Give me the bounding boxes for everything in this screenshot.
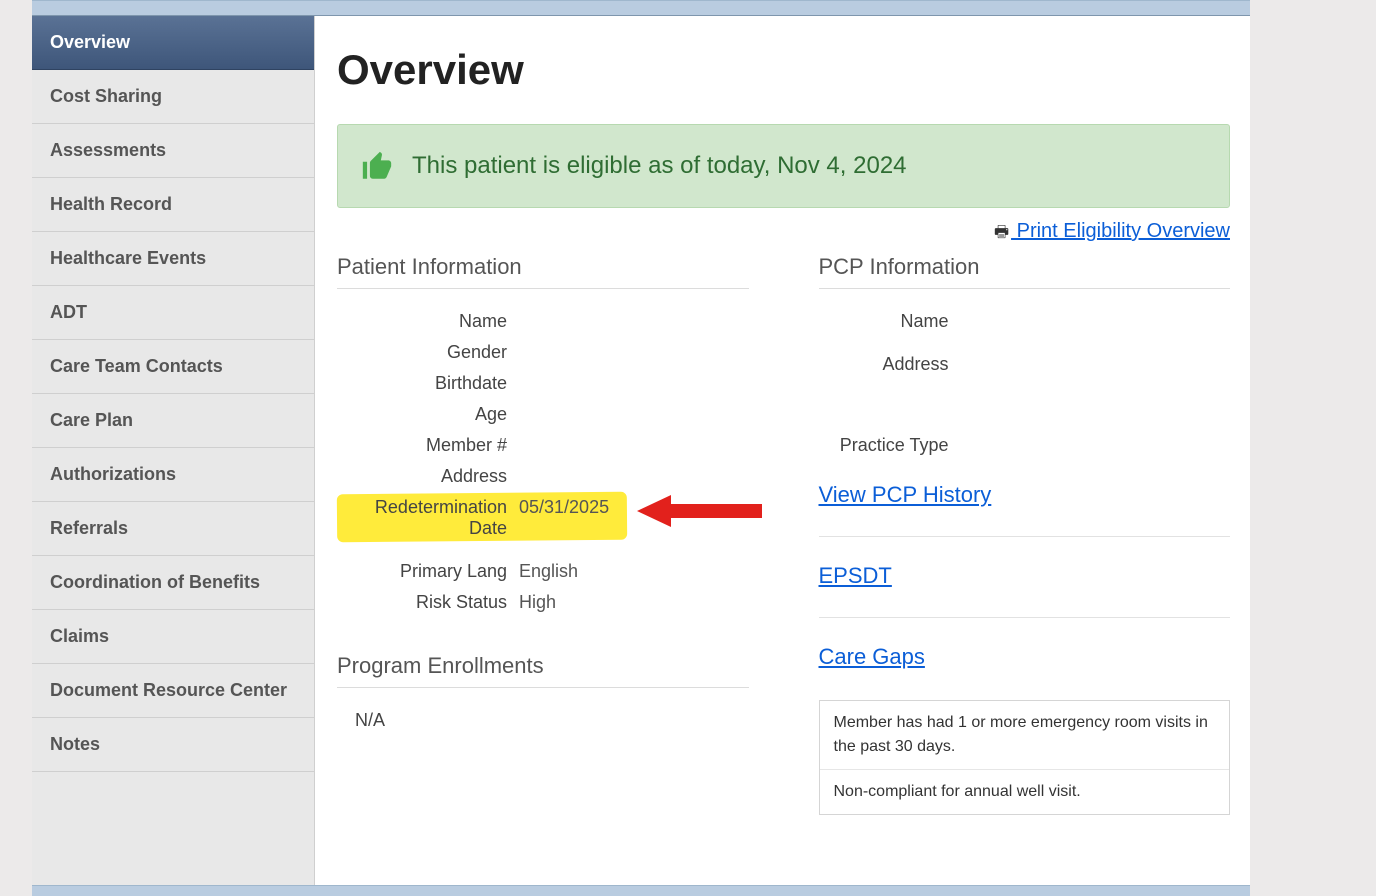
sidebar-item-referrals[interactable]: Referrals xyxy=(32,502,314,556)
redetermination-row: Redetermination Date 05/31/2025 xyxy=(337,497,749,539)
sidebar-item-label: Health Record xyxy=(50,194,172,214)
epsdt-link[interactable]: EPSDT xyxy=(819,563,1231,589)
label-member-no: Member # xyxy=(337,435,519,456)
label-pcp-name: Name xyxy=(819,311,961,332)
sidebar-item-overview[interactable]: Overview xyxy=(32,16,314,70)
label-redetermination-date: Redetermination Date xyxy=(337,497,519,539)
main-content: Overview This patient is eligible as of … xyxy=(315,16,1250,886)
sidebar-item-document-center[interactable]: Document Resource Center xyxy=(32,664,314,718)
sidebar-item-label: Assessments xyxy=(50,140,166,160)
sidebar-item-authorizations[interactable]: Authorizations xyxy=(32,448,314,502)
sidebar-item-healthcare-events[interactable]: Healthcare Events xyxy=(32,232,314,286)
label-age: Age xyxy=(337,404,519,425)
label-name: Name xyxy=(337,311,519,332)
window-bottom-bar xyxy=(32,885,1250,896)
sidebar-item-label: Healthcare Events xyxy=(50,248,206,268)
value-primary-lang: English xyxy=(519,561,578,582)
sidebar-item-label: Authorizations xyxy=(50,464,176,484)
pcp-info-column: PCP Information Name Address Practice Ty… xyxy=(789,254,1231,815)
sidebar-item-label: Overview xyxy=(50,32,130,52)
print-eligibility-link[interactable]: Print Eligibility Overview xyxy=(1011,220,1230,242)
program-enrollments-value: N/A xyxy=(337,710,749,731)
label-address: Address xyxy=(337,466,519,487)
care-gap-message: Non-compliant for annual well visit. xyxy=(820,770,1230,814)
label-risk-status: Risk Status xyxy=(337,592,519,613)
sidebar-item-label: Notes xyxy=(50,734,100,754)
sidebar-item-claims[interactable]: Claims xyxy=(32,610,314,664)
care-gaps-link[interactable]: Care Gaps xyxy=(819,644,1231,670)
sidebar-item-label: ADT xyxy=(50,302,87,322)
eligibility-banner: This patient is eligible as of today, No… xyxy=(337,124,1230,208)
sidebar-item-assessments[interactable]: Assessments xyxy=(32,124,314,178)
sidebar-item-label: Document Resource Center xyxy=(50,680,287,700)
patient-info-column: Patient Information Name Gender Birthdat… xyxy=(337,254,749,815)
pcp-info-heading: PCP Information xyxy=(819,254,1231,280)
view-pcp-history-link[interactable]: View PCP History xyxy=(819,482,1231,508)
sidebar-item-cob[interactable]: Coordination of Benefits xyxy=(32,556,314,610)
divider xyxy=(819,288,1231,289)
divider xyxy=(337,288,749,289)
annotation-arrow-icon xyxy=(637,495,762,527)
divider xyxy=(819,617,1231,618)
label-practice-type: Practice Type xyxy=(819,435,961,456)
sidebar-item-care-team[interactable]: Care Team Contacts xyxy=(32,340,314,394)
thumbs-up-icon xyxy=(360,149,394,183)
label-birthdate: Birthdate xyxy=(337,373,519,394)
label-gender: Gender xyxy=(337,342,519,363)
divider xyxy=(337,687,749,688)
value-redetermination-date: 05/31/2025 xyxy=(519,497,609,518)
sidebar-item-health-record[interactable]: Health Record xyxy=(32,178,314,232)
program-enrollments-heading: Program Enrollments xyxy=(337,653,749,679)
sidebar-item-label: Care Plan xyxy=(50,410,133,430)
print-icon: 🖶 xyxy=(994,224,1009,241)
sidebar-item-label: Coordination of Benefits xyxy=(50,572,260,592)
sidebar-item-adt[interactable]: ADT xyxy=(32,286,314,340)
window-top-bar xyxy=(32,0,1250,16)
value-risk-status: High xyxy=(519,592,556,613)
sidebar-item-label: Cost Sharing xyxy=(50,86,162,106)
sidebar-item-care-plan[interactable]: Care Plan xyxy=(32,394,314,448)
sidebar-item-label: Referrals xyxy=(50,518,128,538)
eligibility-message: This patient is eligible as of today, No… xyxy=(412,152,907,180)
sidebar-item-label: Care Team Contacts xyxy=(50,356,223,376)
care-gap-message: Member has had 1 or more emergency room … xyxy=(820,701,1230,770)
patient-info-heading: Patient Information xyxy=(337,254,749,280)
sidebar-item-cost-sharing[interactable]: Cost Sharing xyxy=(32,70,314,124)
label-primary-lang: Primary Lang xyxy=(337,561,519,582)
page-title: Overview xyxy=(337,46,1250,94)
sidebar-item-notes[interactable]: Notes xyxy=(32,718,314,772)
sidebar-item-label: Claims xyxy=(50,626,109,646)
sidebar-nav: Overview Cost Sharing Assessments Health… xyxy=(32,16,315,886)
label-pcp-address: Address xyxy=(819,354,961,375)
care-gap-messages: Member has had 1 or more emergency room … xyxy=(819,700,1231,815)
divider xyxy=(819,536,1231,537)
